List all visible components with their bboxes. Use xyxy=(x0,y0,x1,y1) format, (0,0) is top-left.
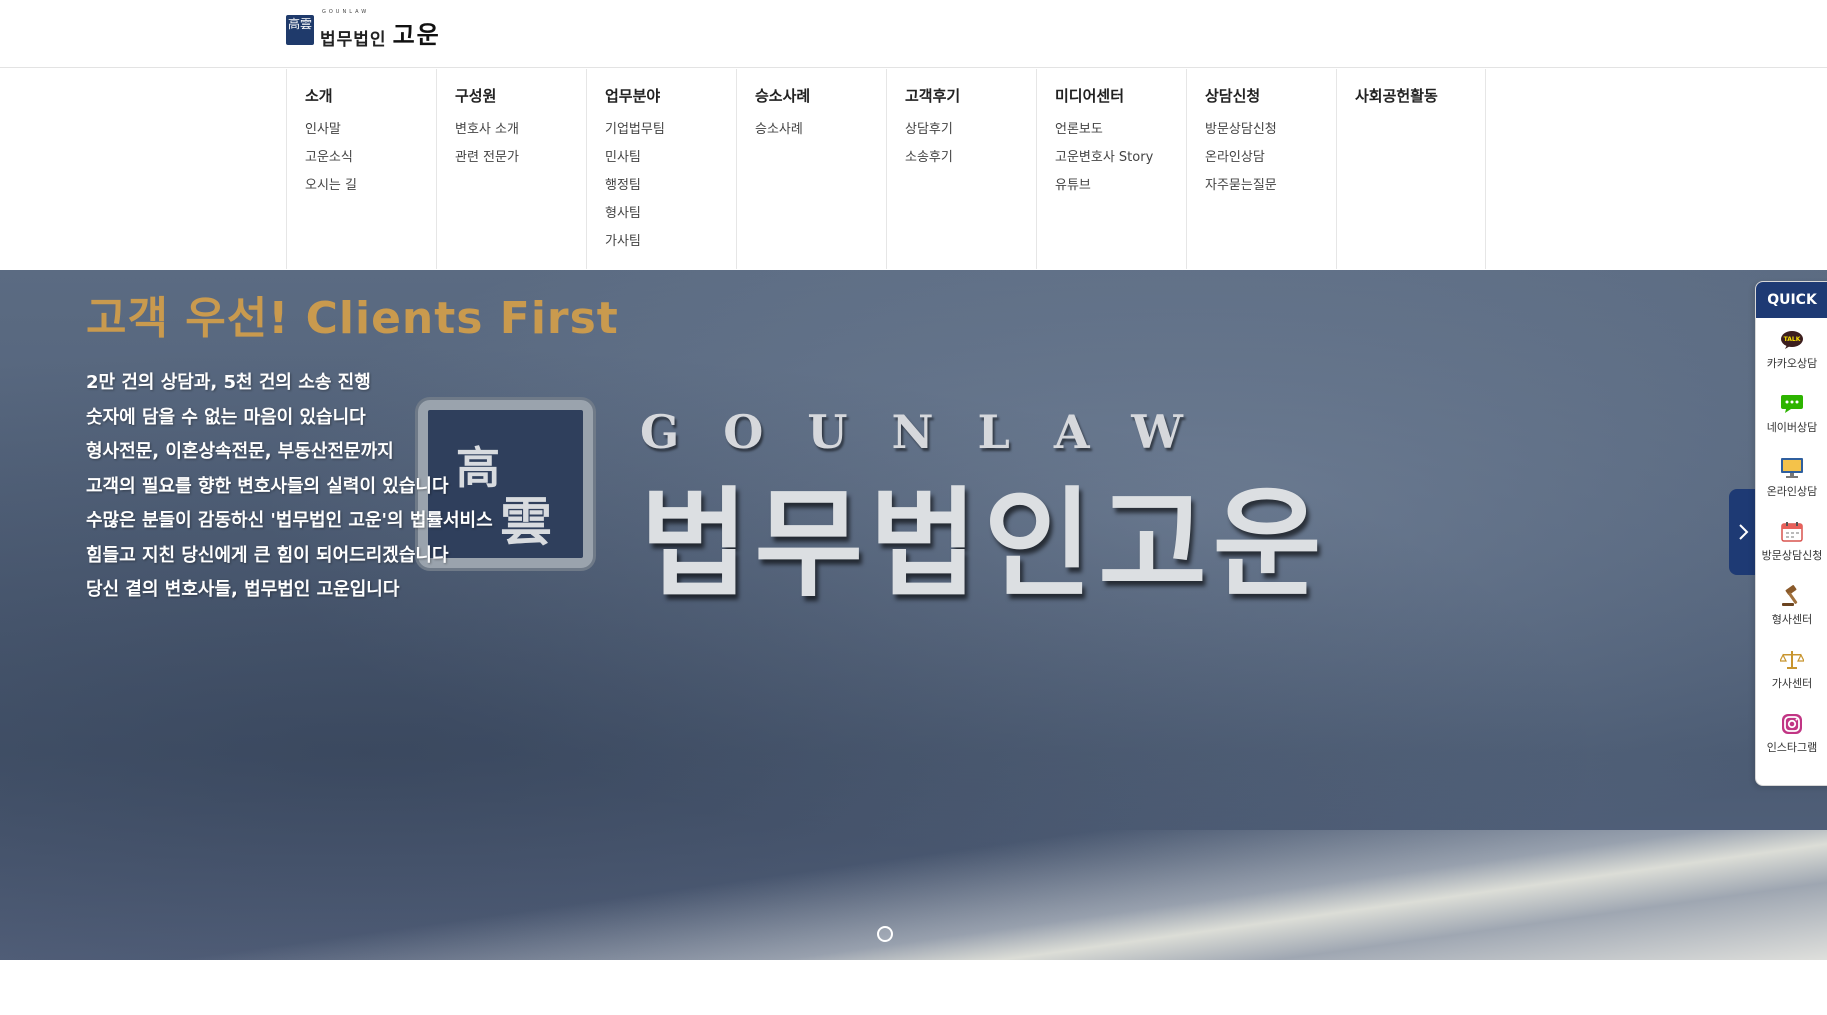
svg-text:TALK: TALK xyxy=(1784,336,1801,343)
monitor-icon xyxy=(1780,457,1804,479)
menu-item-visit-consult[interactable]: 방문상담신청 xyxy=(1205,116,1336,144)
logo-korean: 법무법인 고운 xyxy=(320,15,441,50)
menu-item-lawyers[interactable]: 변호사 소개 xyxy=(455,116,586,144)
quick-online-consult[interactable]: 온라인상담 xyxy=(1756,446,1827,510)
menu-title-reviews[interactable]: 고객후기 xyxy=(905,85,1036,106)
quick-item-label: 가사센터 xyxy=(1771,677,1813,690)
hero-shine xyxy=(0,830,1827,960)
hero-line: 숫자에 담을 수 없는 마음이 있습니다 xyxy=(86,406,366,428)
menu-item-civil[interactable]: 민사팀 xyxy=(605,144,736,172)
menu-item-news[interactable]: 고운소식 xyxy=(305,144,436,172)
hero-heading: 고객 우선! Clients First xyxy=(86,293,619,344)
menu-item-youtube[interactable]: 유튜브 xyxy=(1055,172,1186,200)
menu-item-winning-cases[interactable]: 승소사례 xyxy=(755,116,886,144)
logo-korean-big: 고운 xyxy=(392,21,441,49)
menu-item-story[interactable]: 고운변호사 Story xyxy=(1055,144,1186,172)
logo-text: GOUNLAW 법무법인 고운 xyxy=(320,9,441,50)
quick-family-center[interactable]: 가사센터 xyxy=(1756,638,1827,702)
menu-column-members: 구성원 변호사 소개 관련 전문가 xyxy=(436,69,586,269)
quick-visit-consult[interactable]: 방문상담신청 xyxy=(1756,510,1827,574)
site-logo[interactable]: 高雲 GOUNLAW 법무법인 고운 xyxy=(286,9,441,50)
menu-title-about[interactable]: 소개 xyxy=(305,85,436,106)
instagram-icon xyxy=(1780,713,1804,735)
menu-item-consult-reviews[interactable]: 상담후기 xyxy=(905,116,1036,144)
hero-line: 형사전문, 이혼상속전문, 부동산전문까지 xyxy=(86,441,394,462)
mega-menu: 소개 인사말 고운소식 오시는 길 구성원 변호사 소개 관련 전문가 업무분야… xyxy=(286,69,1486,269)
quick-menu-title: QUICK xyxy=(1756,282,1827,318)
menu-item-greeting[interactable]: 인사말 xyxy=(305,116,436,144)
menu-column-about: 소개 인사말 고운소식 오시는 길 xyxy=(286,69,436,269)
chevron-right-icon xyxy=(1738,524,1748,540)
menu-item-lawsuit-reviews[interactable]: 소송후기 xyxy=(905,144,1036,172)
quick-item-label: 카카오상담 xyxy=(1766,357,1818,370)
quick-item-label: 네이버상담 xyxy=(1766,421,1818,434)
menu-item-press[interactable]: 언론보도 xyxy=(1055,116,1186,144)
menu-column-media: 미디어센터 언론보도 고운변호사 Story 유튜브 xyxy=(1036,69,1186,269)
menu-item-faq[interactable]: 자주묻는질문 xyxy=(1205,172,1336,200)
menu-item-criminal[interactable]: 형사팀 xyxy=(605,200,736,228)
hero-banner: 高 雲 GOUNLAW 법무법인고운 고객 우선! Clients First … xyxy=(0,270,1827,960)
quick-item-label: 방문상담신청 xyxy=(1761,549,1823,562)
menu-item-corporate[interactable]: 기업법무팀 xyxy=(605,116,736,144)
quick-item-label: 온라인상담 xyxy=(1766,485,1818,498)
menu-column-reviews: 고객후기 상담후기 소송후기 xyxy=(886,69,1036,269)
menu-title-consult[interactable]: 상담신청 xyxy=(1205,85,1336,106)
menu-column-social: 사회공헌활동 xyxy=(1336,69,1486,269)
site-header: 高雲 GOUNLAW 법무법인 고운 xyxy=(0,0,1827,68)
menu-title-cases[interactable]: 승소사례 xyxy=(755,85,886,106)
hero-line: 2만 건의 상담과, 5천 건의 소송 진행 xyxy=(86,372,371,393)
menu-column-cases: 승소사례 승소사례 xyxy=(736,69,886,269)
hero-line: 당신 곁의 변호사들, 법무법인 고운입니다 xyxy=(86,579,400,600)
quick-item-label: 형사센터 xyxy=(1771,613,1813,626)
kakao-talk-icon: TALK xyxy=(1780,329,1804,351)
menu-item-administrative[interactable]: 행정팀 xyxy=(605,172,736,200)
quick-menu-toggle[interactable] xyxy=(1729,489,1756,575)
slider-pagination-dot[interactable] xyxy=(877,926,893,942)
menu-column-practice: 업무분야 기업법무팀 민사팀 행정팀 형사팀 가사팀 xyxy=(586,69,736,269)
quick-naver-consult[interactable]: 네이버상담 xyxy=(1756,382,1827,446)
menu-title-social[interactable]: 사회공헌활동 xyxy=(1355,85,1485,106)
hero-line: 수많은 분들이 감동하신 '법무법인 고운'의 법률서비스 xyxy=(86,510,493,531)
menu-column-consult: 상담신청 방문상담신청 온라인상담 자주묻는질문 xyxy=(1186,69,1336,269)
logo-seal-icon: 高雲 xyxy=(286,14,314,45)
hero-line: 힘들고 지친 당신에게 큰 힘이 되어드리겠습니다 xyxy=(86,544,449,566)
quick-criminal-center[interactable]: 형사센터 xyxy=(1756,574,1827,638)
quick-item-label: 인스타그램 xyxy=(1766,741,1818,754)
menu-title-members[interactable]: 구성원 xyxy=(455,85,586,106)
calendar-icon xyxy=(1780,521,1804,543)
menu-item-experts[interactable]: 관련 전문가 xyxy=(455,144,586,172)
scales-icon xyxy=(1780,649,1804,671)
quick-menu: QUICK TALK 카카오상담 네이버상담 온라인상담 방문상담신청 형사센터… xyxy=(1755,281,1827,786)
menu-item-family[interactable]: 가사팀 xyxy=(605,228,736,256)
plaque-korean-text: 법무법인고운 xyxy=(640,475,1328,613)
menu-item-directions[interactable]: 오시는 길 xyxy=(305,172,436,200)
gavel-icon xyxy=(1780,585,1804,607)
hero-text-block: 2만 건의 상담과, 5천 건의 소송 진행 숫자에 담을 수 없는 마음이 있… xyxy=(86,366,493,608)
menu-item-online-consult[interactable]: 온라인상담 xyxy=(1205,144,1336,172)
logo-korean-small: 법무법인 xyxy=(320,30,387,50)
plaque-seal-char-2: 雲 xyxy=(500,492,553,553)
hero-line: 고객의 필요를 향한 변호사들의 실력이 있습니다 xyxy=(86,475,449,497)
quick-kakao-consult[interactable]: TALK 카카오상담 xyxy=(1756,318,1827,382)
menu-title-media[interactable]: 미디어센터 xyxy=(1055,85,1186,106)
naver-talk-icon xyxy=(1780,393,1804,415)
quick-instagram[interactable]: 인스타그램 xyxy=(1756,702,1827,766)
menu-title-practice[interactable]: 업무분야 xyxy=(605,85,736,106)
